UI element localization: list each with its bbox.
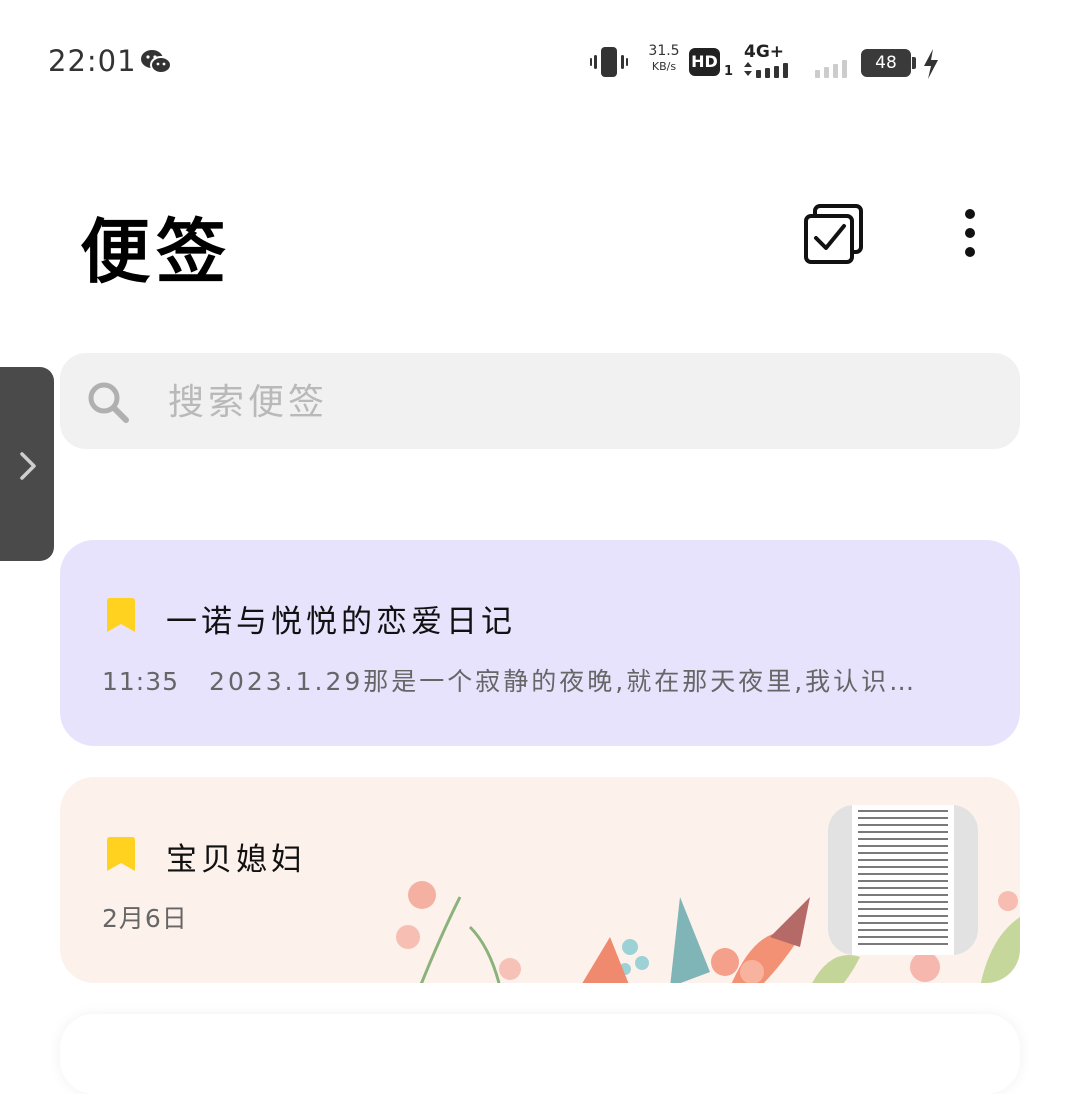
note-card[interactable] bbox=[60, 1014, 1020, 1094]
net-speed: 31.5 KB/s bbox=[648, 43, 680, 73]
status-time: 22:01 bbox=[48, 44, 137, 78]
multi-select-icon bbox=[804, 204, 863, 264]
hd-sub: 1 bbox=[724, 64, 734, 79]
network-type: 4G+ bbox=[744, 42, 785, 62]
note-title: 一诺与悦悦的恋爱日记 bbox=[166, 604, 516, 640]
note-meta: 11:35 2023.1.29那是一个寂静的夜晚,就在那天夜里,我认识… bbox=[102, 662, 917, 698]
note-thumbnail bbox=[828, 805, 978, 955]
page-title: 便签 bbox=[80, 211, 232, 293]
search-icon bbox=[86, 380, 130, 428]
note-title: 宝贝媳妇 bbox=[166, 842, 306, 878]
note-time: 11:35 bbox=[102, 667, 180, 696]
battery-tip bbox=[912, 57, 916, 69]
battery-icon: 48 bbox=[861, 49, 911, 77]
wechat-icon bbox=[140, 48, 172, 80]
note-card[interactable]: 宝贝媳妇 2月6日 bbox=[60, 777, 1020, 983]
note-meta: 2月6日 bbox=[102, 899, 188, 935]
more-options-button[interactable] bbox=[950, 202, 990, 264]
search-input[interactable] bbox=[166, 373, 990, 431]
vibrate-icon bbox=[590, 46, 628, 82]
charging-icon bbox=[922, 49, 940, 83]
status-bar: 22:01 31.5 KB/s HD 1 4G+ 48 bbox=[0, 0, 1080, 130]
multi-select-button[interactable] bbox=[800, 200, 870, 270]
bookmark-icon bbox=[107, 837, 135, 871]
thumbnail-page bbox=[852, 805, 954, 955]
more-vertical-icon bbox=[965, 209, 975, 257]
note-preview: 2023.1.29那是一个寂静的夜晚,就在那天夜里,我认识… bbox=[209, 667, 918, 696]
signal-2-icon bbox=[815, 58, 853, 82]
note-card[interactable]: 一诺与悦悦的恋爱日记 11:35 2023.1.29那是一个寂静的夜晚,就在那天夜… bbox=[60, 540, 1020, 746]
bookmark-icon bbox=[107, 598, 135, 632]
chevron-right-icon bbox=[20, 452, 36, 480]
hd-badge: HD bbox=[689, 48, 720, 76]
side-drawer-handle[interactable] bbox=[0, 367, 54, 561]
signal-icon bbox=[744, 62, 792, 82]
search-bar[interactable] bbox=[60, 353, 1020, 449]
note-time: 2月6日 bbox=[102, 904, 188, 933]
